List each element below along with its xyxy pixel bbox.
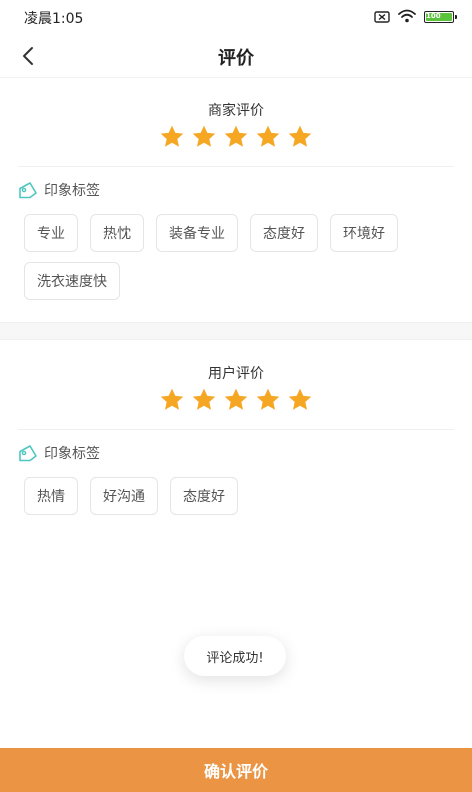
user-tag-list: 热情 好沟通 态度好: [24, 477, 454, 515]
tag-chip[interactable]: 洗衣速度快: [24, 262, 120, 300]
tag-header-label: 印象标签: [44, 183, 100, 199]
battery-level: 100: [426, 13, 452, 21]
star-icon[interactable]: [158, 387, 186, 413]
divider: [18, 429, 454, 430]
star-icon[interactable]: [222, 387, 250, 413]
star-icon[interactable]: [254, 124, 282, 150]
status-icons: 100: [374, 8, 457, 27]
tag-header-label: 印象标签: [44, 446, 100, 462]
user-review-title: 用户评价: [208, 366, 264, 382]
divider: [18, 166, 454, 167]
merchant-tag-list: 专业 热忱 装备专业 态度好 环境好 洗衣速度快: [24, 214, 454, 300]
success-toast: 评论成功!: [184, 636, 286, 676]
nav-bar: 评价: [0, 34, 472, 78]
star-icon[interactable]: [190, 124, 218, 150]
star-icon[interactable]: [222, 124, 250, 150]
star-icon[interactable]: [190, 387, 218, 413]
tag-chip[interactable]: 好沟通: [90, 477, 158, 515]
tag-icon: [19, 445, 37, 462]
tag-chip[interactable]: 态度好: [250, 214, 318, 252]
status-time: 凌晨1:05: [24, 11, 84, 27]
section-separator: [0, 322, 472, 340]
tag-chip[interactable]: 装备专业: [156, 214, 238, 252]
tag-chip[interactable]: 态度好: [170, 477, 238, 515]
merchant-review-title: 商家评价: [208, 103, 264, 119]
tag-chip[interactable]: 专业: [24, 214, 78, 252]
wifi-icon: [398, 8, 416, 27]
battery-text: 100: [426, 12, 441, 20]
tag-chip[interactable]: 热忱: [90, 214, 144, 252]
confirm-review-button[interactable]: 确认评价: [0, 748, 472, 792]
tag-chip[interactable]: 环境好: [330, 214, 398, 252]
page-title: 评价: [218, 48, 254, 69]
tag-icon: [19, 182, 37, 199]
battery-icon: 100: [424, 11, 457, 23]
user-rating-stars[interactable]: [0, 387, 472, 413]
sim-off-icon: [374, 8, 390, 27]
merchant-tag-header: 印象标签: [18, 180, 100, 200]
star-icon[interactable]: [158, 124, 186, 150]
user-tag-header: 印象标签: [18, 443, 100, 463]
star-icon[interactable]: [286, 124, 314, 150]
status-bar: 凌晨1:05 100: [0, 0, 472, 34]
merchant-rating-stars[interactable]: [0, 124, 472, 150]
star-icon[interactable]: [254, 387, 282, 413]
star-icon[interactable]: [286, 387, 314, 413]
tag-chip[interactable]: 热情: [24, 477, 78, 515]
